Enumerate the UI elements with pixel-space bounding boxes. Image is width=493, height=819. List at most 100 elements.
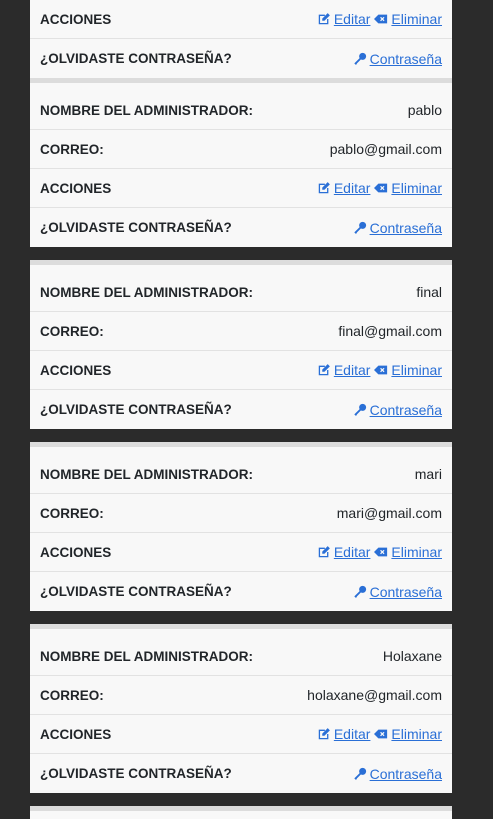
password-link[interactable]: Contraseña bbox=[353, 584, 442, 600]
delete-label: Eliminar bbox=[391, 544, 442, 560]
admin-email: holaxane@gmail.com bbox=[307, 687, 442, 703]
name-label: NOMBRE DEL ADMINISTRADOR: bbox=[40, 284, 253, 300]
delete-label: Eliminar bbox=[391, 362, 442, 378]
name-label: NOMBRE DEL ADMINISTRADOR: bbox=[40, 466, 253, 482]
forgot-label: ¿OLVIDASTE CONTRASEÑA? bbox=[40, 402, 232, 417]
delete-label: Eliminar bbox=[391, 726, 442, 742]
pencil-square-icon bbox=[317, 181, 331, 195]
forgot-row: ¿OLVIDASTE CONTRASEÑA? Contraseña bbox=[30, 754, 452, 793]
key-icon bbox=[353, 221, 367, 235]
email-label: CORREO: bbox=[40, 687, 104, 703]
backspace-x-icon bbox=[374, 363, 388, 377]
email-row: CORREO: final@gmail.com bbox=[30, 312, 452, 351]
actions-row: ACCIONES Editar Eliminar bbox=[30, 351, 452, 390]
name-label: NOMBRE DEL ADMINISTRADOR: bbox=[40, 648, 253, 664]
admin-name: mari bbox=[414, 466, 442, 482]
forgot-label: ¿OLVIDASTE CONTRASEÑA? bbox=[40, 584, 232, 599]
delete-label: Eliminar bbox=[391, 180, 442, 196]
backspace-x-icon bbox=[374, 181, 388, 195]
admin-card: NOMBRE DEL ADMINISTRADOR: pablo CORREO: … bbox=[30, 91, 452, 247]
pencil-square-icon bbox=[317, 12, 331, 26]
edit-label: Editar bbox=[333, 726, 371, 742]
email-row: CORREO: pablo@gmail.com bbox=[30, 130, 452, 169]
name-row: NOMBRE DEL ADMINISTRADOR: final bbox=[30, 273, 452, 312]
email-label: CORREO: bbox=[40, 323, 104, 339]
email-row: CORREO: holaxane@gmail.com bbox=[30, 676, 452, 715]
forgot-label: ¿OLVIDASTE CONTRASEÑA? bbox=[40, 220, 232, 235]
name-row: NOMBRE DEL ADMINISTRADOR: mari bbox=[30, 455, 452, 494]
edit-link[interactable]: Editar bbox=[317, 544, 371, 560]
edit-label: Editar bbox=[333, 180, 371, 196]
actions-label: ACCIONES bbox=[40, 11, 112, 27]
actions-label: ACCIONES bbox=[40, 362, 112, 378]
edit-link[interactable]: Editar bbox=[317, 726, 371, 742]
name-row: NOMBRE DEL ADMINISTRADOR: pablo bbox=[30, 91, 452, 130]
admin-list: ACCIONES Editar Eliminar ¿OLVIDASTE CONT… bbox=[30, 0, 452, 819]
email-label: CORREO: bbox=[40, 505, 104, 521]
key-icon bbox=[353, 585, 367, 599]
pencil-square-icon bbox=[317, 727, 331, 741]
actions-links: Editar Eliminar bbox=[317, 180, 442, 196]
admin-email: final@gmail.com bbox=[338, 323, 442, 339]
delete-link[interactable]: Eliminar bbox=[374, 362, 442, 378]
backspace-x-icon bbox=[374, 12, 388, 26]
admin-card: ACCIONES Editar Eliminar ¿OLVIDASTE CONT… bbox=[30, 0, 452, 78]
edit-link[interactable]: Editar bbox=[317, 362, 371, 378]
forgot-row: ¿OLVIDASTE CONTRASEÑA? Contraseña bbox=[30, 572, 452, 611]
password-label: Contraseña bbox=[369, 219, 442, 236]
actions-row: ACCIONES Editar Eliminar bbox=[30, 533, 452, 572]
admin-card: NOMBRE DEL ADMINISTRADOR: mari CORREO: m… bbox=[30, 455, 452, 611]
actions-label: ACCIONES bbox=[40, 726, 112, 742]
forgot-row: ¿OLVIDASTE CONTRASEÑA? Contraseña bbox=[30, 390, 452, 429]
backspace-x-icon bbox=[374, 545, 388, 559]
name-row: NOMBRE DEL ADMINISTRADOR: Holaxane bbox=[30, 637, 452, 676]
actions-row: ACCIONES Editar Eliminar bbox=[30, 169, 452, 208]
password-link[interactable]: Contraseña bbox=[353, 51, 442, 67]
password-link[interactable]: Contraseña bbox=[353, 220, 442, 236]
name-label: NOMBRE DEL ADMINISTRADOR: bbox=[40, 102, 253, 118]
password-label: Contraseña bbox=[369, 401, 442, 418]
pencil-square-icon bbox=[317, 545, 331, 559]
password-label: Contraseña bbox=[369, 50, 442, 67]
actions-row: ACCIONES Editar Eliminar bbox=[30, 0, 452, 39]
actions-links: Editar Eliminar bbox=[317, 726, 442, 742]
forgot-label: ¿OLVIDASTE CONTRASEÑA? bbox=[40, 766, 232, 781]
edit-link[interactable]: Editar bbox=[317, 11, 371, 27]
delete-link[interactable]: Eliminar bbox=[374, 180, 442, 196]
forgot-row: ¿OLVIDASTE CONTRASEÑA? Contraseña bbox=[30, 208, 452, 247]
key-icon bbox=[353, 52, 367, 66]
forgot-label: ¿OLVIDASTE CONTRASEÑA? bbox=[40, 51, 232, 66]
admin-name: final bbox=[416, 284, 442, 300]
delete-link[interactable]: Eliminar bbox=[374, 11, 442, 27]
edit-label: Editar bbox=[333, 544, 371, 560]
actions-label: ACCIONES bbox=[40, 180, 112, 196]
edit-link[interactable]: Editar bbox=[317, 180, 371, 196]
forgot-row: ¿OLVIDASTE CONTRASEÑA? Contraseña bbox=[30, 39, 452, 78]
edit-label: Editar bbox=[333, 362, 371, 378]
admin-email: pablo@gmail.com bbox=[329, 141, 442, 157]
delete-link[interactable]: Eliminar bbox=[374, 726, 442, 742]
email-row: CORREO: mari@gmail.com bbox=[30, 494, 452, 533]
actions-label: ACCIONES bbox=[40, 544, 112, 560]
password-link[interactable]: Contraseña bbox=[353, 402, 442, 418]
admin-name: Holaxane bbox=[382, 648, 442, 664]
actions-row: ACCIONES Editar Eliminar bbox=[30, 715, 452, 754]
admin-card: NOMBRE DEL ADMINISTRADOR: Holaxane CORRE… bbox=[30, 637, 452, 793]
delete-link[interactable]: Eliminar bbox=[374, 544, 442, 560]
delete-label: Eliminar bbox=[391, 11, 442, 27]
key-icon bbox=[353, 403, 367, 417]
key-icon bbox=[353, 767, 367, 781]
admin-email: mari@gmail.com bbox=[336, 505, 442, 521]
actions-links: Editar Eliminar bbox=[317, 544, 442, 560]
email-label: CORREO: bbox=[40, 141, 104, 157]
password-label: Contraseña bbox=[369, 765, 442, 782]
admin-name: pablo bbox=[407, 102, 442, 118]
backspace-x-icon bbox=[374, 727, 388, 741]
pencil-square-icon bbox=[317, 363, 331, 377]
password-label: Contraseña bbox=[369, 583, 442, 600]
admin-card: NOMBRE DEL ADMINISTRADOR: final CORREO: … bbox=[30, 273, 452, 429]
edit-label: Editar bbox=[333, 11, 371, 27]
actions-links: Editar Eliminar bbox=[317, 11, 442, 27]
password-link[interactable]: Contraseña bbox=[353, 766, 442, 782]
actions-links: Editar Eliminar bbox=[317, 362, 442, 378]
